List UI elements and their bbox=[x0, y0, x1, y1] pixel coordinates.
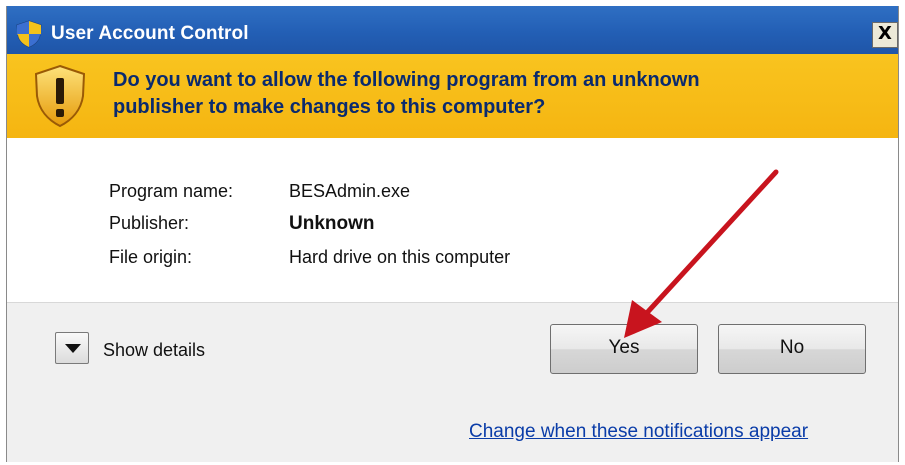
window-title: User Account Control bbox=[51, 23, 249, 44]
show-details-button[interactable] bbox=[55, 332, 89, 364]
close-button[interactable]: X bbox=[872, 22, 898, 48]
no-button[interactable]: No bbox=[718, 324, 866, 374]
publisher-label: Publisher: bbox=[109, 213, 190, 233]
question-line-2: publisher to make changes to this comput… bbox=[113, 96, 546, 118]
title-bar: User Account Control X bbox=[7, 6, 898, 54]
uac-dialog: User Account Control X Do you want to al… bbox=[6, 6, 899, 462]
file-origin-label: File origin: bbox=[109, 247, 193, 267]
warning-shield-icon bbox=[34, 64, 86, 128]
show-details-label[interactable]: Show details bbox=[103, 340, 205, 361]
program-name-value: BESAdmin.exe bbox=[289, 181, 411, 201]
program-info: Program name: BESAdmin.exe Publisher: Un… bbox=[7, 138, 898, 302]
chevron-down-icon bbox=[65, 344, 81, 353]
program-name-label: Program name: bbox=[109, 181, 234, 201]
uac-question: Do you want to allow the following progr… bbox=[113, 67, 873, 121]
question-line-1: Do you want to allow the following progr… bbox=[113, 69, 700, 91]
dialog-footer: Show details Yes No Change when these no… bbox=[7, 302, 898, 462]
file-origin-value: Hard drive on this computer bbox=[289, 247, 511, 267]
change-notifications-link[interactable]: Change when these notifications appear bbox=[469, 421, 808, 443]
yes-button[interactable]: Yes bbox=[550, 324, 698, 374]
uac-shield-icon bbox=[16, 20, 42, 48]
warning-banner: Do you want to allow the following progr… bbox=[7, 54, 898, 138]
publisher-value: Unknown bbox=[289, 213, 375, 234]
